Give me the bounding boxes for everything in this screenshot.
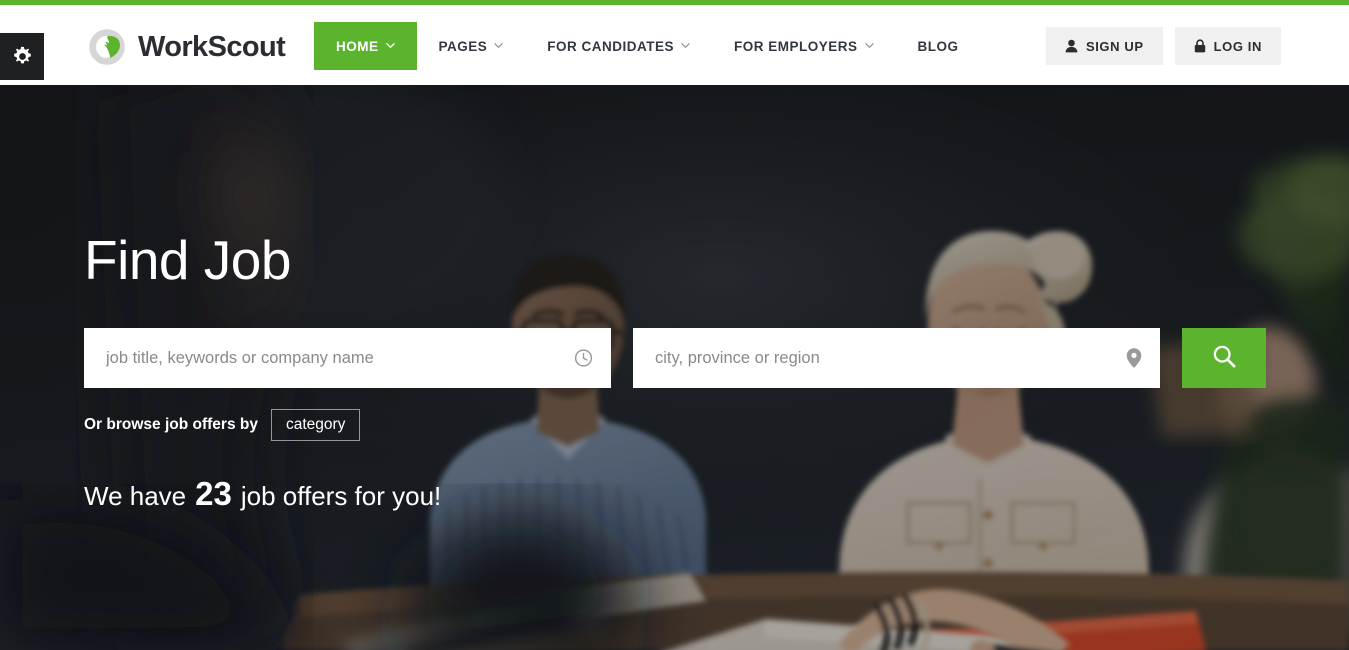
site-header: WorkScout HOME PAGES FOR CANDIDATES FOR … [0, 5, 1349, 85]
location-search-field [633, 328, 1160, 388]
log-in-label: LOG IN [1213, 38, 1262, 54]
counter-prefix: We have [84, 481, 187, 511]
settings-toggle-button[interactable] [0, 33, 44, 80]
chevron-down-icon [494, 41, 503, 50]
category-selector-chip[interactable]: category [270, 409, 361, 442]
brand-logo[interactable]: WorkScout [86, 25, 286, 69]
search-input-location[interactable] [633, 328, 1160, 388]
log-in-button[interactable]: LOG IN [1174, 27, 1281, 65]
chevron-down-icon [681, 41, 690, 50]
job-offers-counter: We have 23 job offers for you! [84, 475, 441, 513]
brand-name: WorkScout [138, 30, 286, 63]
chevron-down-icon [864, 41, 874, 50]
nav-item-home[interactable]: HOME [314, 22, 417, 70]
browse-by-category: Or browse job offers by category [84, 409, 361, 442]
counter-suffix: job offers for you! [240, 481, 442, 511]
gear-icon [12, 46, 33, 67]
nav-item-for-candidates-label: FOR CANDIDATES [547, 38, 675, 54]
search-input-keywords[interactable] [84, 328, 611, 388]
hero-content: Find Job job title, keywords or company … [84, 85, 1284, 650]
nav-item-home-label: HOME [336, 38, 379, 54]
chevron-down-icon [385, 41, 395, 50]
auth-actions: SIGN UP LOG IN [1045, 27, 1281, 65]
browse-label: Or browse job offers by [84, 416, 258, 434]
nav-item-for-employers[interactable]: FOR EMPLOYERS [712, 22, 896, 70]
top-accent-bar [0, 0, 1349, 5]
search-icon [1212, 344, 1237, 372]
main-navigation: HOME PAGES FOR CANDIDATES FOR EMPLOYERS … [314, 22, 981, 70]
workscout-c-leaf-logo-icon [86, 26, 128, 68]
nav-item-blog[interactable]: BLOG [896, 22, 981, 70]
page-title: Find Job [84, 229, 291, 291]
nav-item-for-employers-label: FOR EMPLOYERS [734, 38, 858, 54]
nav-item-pages[interactable]: PAGES [417, 22, 526, 70]
counter-count: 23 [195, 475, 232, 512]
sign-up-button[interactable]: SIGN UP [1045, 27, 1163, 65]
keywords-search-field [84, 328, 611, 388]
search-submit-button[interactable] [1182, 328, 1266, 388]
user-icon [1065, 39, 1078, 53]
hero-section: Find Job job title, keywords or company … [0, 85, 1349, 650]
nav-item-for-candidates[interactable]: FOR CANDIDATES [525, 22, 712, 70]
sign-up-label: SIGN UP [1085, 38, 1144, 54]
job-search-form [84, 328, 1266, 388]
nav-item-blog-label: BLOG [917, 38, 959, 54]
lock-icon [1194, 39, 1206, 53]
nav-item-pages-label: PAGES [438, 38, 488, 54]
